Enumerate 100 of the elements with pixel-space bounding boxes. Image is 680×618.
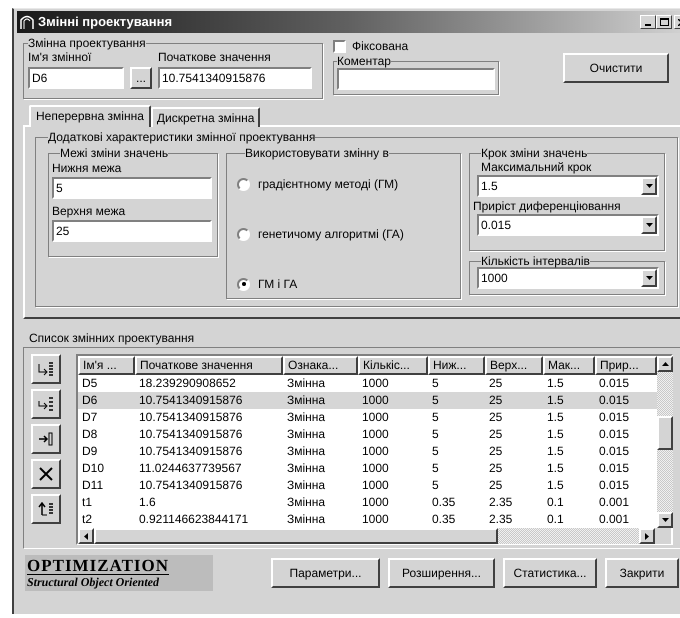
minimize-button[interactable] [640, 15, 656, 29]
down-arrow-icon [646, 223, 652, 227]
field-label: Верхня межа [52, 203, 126, 220]
column-header[interactable]: Прир... [595, 356, 657, 375]
field-label: Початкове значення [158, 49, 272, 65]
dialog-button[interactable]: Статистика... [503, 558, 597, 588]
horizontal-scrollbar[interactable] [78, 528, 656, 544]
name-field[interactable]: D6 [28, 67, 124, 89]
table-cell-text: D11 [81, 477, 104, 494]
table-cell-text: 25 [488, 460, 504, 477]
browse-button[interactable]: ... [130, 67, 152, 89]
column-header[interactable]: Ознака... [283, 356, 358, 375]
table-cell-text: 5 [431, 409, 440, 426]
table-cell-text: 1.5 [546, 392, 565, 409]
column-header[interactable]: Ниж... [428, 356, 485, 375]
toolbar-button[interactable] [31, 494, 61, 524]
table-cell-text: 10.7541340915876 [138, 443, 244, 460]
table-row[interactable]: D6 10.7541340915876 Змінна 1000 5 25 1.5 0.015 [78, 392, 657, 409]
group-title: Кількість інтервалів [481, 255, 590, 267]
table-cell-text: t1 [81, 494, 94, 511]
group-title: Крок зміни значень [481, 147, 588, 159]
table-cell-text: 25 [488, 443, 504, 460]
logo-subtitle: Structural Object Oriented [27, 574, 160, 590]
cross-icon [39, 467, 53, 481]
table-cell-text: 1.5 [546, 443, 565, 460]
column-header[interactable]: Мак... [543, 356, 595, 375]
table-cell-text: 0.001 [598, 494, 630, 511]
checkbox[interactable] [333, 40, 346, 52]
table-cell-text: 25 [488, 426, 504, 443]
increment-dropdown[interactable]: 0.015 [477, 214, 659, 236]
toolbar-button[interactable] [31, 424, 61, 454]
scrollbar-corner [655, 528, 671, 544]
table-cell-text: Змінна [286, 477, 326, 494]
vertical-scrollbar[interactable] [657, 356, 673, 528]
section-title: Список змінних проектування [29, 331, 196, 345]
table-cell-text: D7 [81, 409, 98, 426]
table-cell-text: 1000 [361, 511, 390, 528]
table-cell-text: 0.015 [598, 409, 630, 426]
table-cell-text: 0.35 [431, 511, 456, 528]
dropdown-button[interactable] [641, 269, 657, 287]
table-cell-text: D9 [81, 443, 98, 460]
toolbar-button[interactable] [31, 389, 61, 419]
table-cell-text: 25 [488, 409, 504, 426]
table-cell-text: D10 [81, 460, 106, 477]
scroll-down-button[interactable] [657, 512, 673, 528]
radio-button[interactable] [237, 178, 250, 190]
column-header[interactable]: Ім'я ... [78, 356, 135, 375]
column-header[interactable]: Кількіс... [358, 356, 428, 375]
table-cell-text: 10.7541340915876 [138, 426, 244, 443]
upper-bound-field[interactable]: 25 [52, 220, 212, 242]
table-cell-text: Змінна [286, 494, 326, 511]
scroll-thumb[interactable] [94, 528, 498, 544]
table-cell-text: 2.35 [488, 494, 514, 511]
field-label: Нижня межа [52, 160, 122, 177]
scroll-up-button[interactable] [657, 356, 673, 372]
table-cell-text: 5 [431, 392, 440, 409]
dropdown-button[interactable] [641, 177, 657, 195]
table-cell-text: 1.5 [546, 409, 565, 426]
scroll-left-button[interactable] [78, 528, 94, 544]
dialog-button[interactable]: Параметри... [271, 558, 380, 588]
table-cell-text: 11.0244637739567 [138, 460, 243, 477]
table-cell-text: D5 [81, 375, 98, 392]
group-title: Додаткові характеристики змінної проектування [48, 131, 316, 143]
intervals-dropdown[interactable]: 1000 [477, 267, 659, 289]
table-cell-text: 10.7541340915876 [138, 477, 244, 494]
initial-value-field[interactable]: 10.7541340915876 [158, 67, 312, 89]
dialog-button[interactable]: Закрити [605, 558, 679, 588]
column-header[interactable]: Початкове значення [135, 356, 283, 375]
toolbar-button[interactable] [31, 354, 61, 384]
table-cell-text: 1.5 [546, 460, 565, 477]
table-cell-text: Змінна [286, 511, 326, 528]
scroll-right-button[interactable] [639, 528, 656, 544]
table-cell-text: 0.015 [598, 392, 630, 409]
tab[interactable]: Дискретна змінна [150, 107, 260, 127]
table-cell-text: 0.35 [431, 494, 456, 511]
column-header[interactable]: Верх... [485, 356, 543, 375]
table-cell-text: 0.921146623844171 [138, 511, 250, 528]
field-label: Приріст диференціювання [473, 198, 622, 214]
table-cell-text: 1.5 [546, 477, 565, 494]
dropdown-button[interactable] [641, 216, 657, 234]
max-step-dropdown[interactable]: 1.5 [477, 175, 659, 197]
tab[interactable]: Неперервна змінна [29, 105, 151, 127]
radio-button[interactable] [237, 228, 250, 240]
down-arrow-icon [646, 184, 652, 188]
table-cell-text: 2.35 [488, 511, 514, 528]
table-cell-text: Змінна [286, 443, 326, 460]
scroll-thumb[interactable] [657, 416, 673, 450]
radio-button[interactable] [237, 278, 250, 290]
dialog-button[interactable]: Розширення... [388, 558, 495, 588]
table-cell-text: 0.015 [598, 426, 630, 443]
lower-bound-field[interactable]: 5 [52, 177, 212, 199]
maximize-button[interactable] [656, 15, 672, 29]
checkbox-label: Фіксована [352, 38, 408, 55]
group-title: Використовувати змінну в [245, 147, 389, 159]
comment-field[interactable] [337, 68, 495, 90]
toolbar-button[interactable] [31, 459, 61, 489]
clear-button[interactable]: Очистити [563, 53, 669, 83]
table-cell-text: 5 [431, 426, 440, 443]
table-cell-text: Змінна [286, 426, 326, 443]
field-label: Максимальний крок [481, 160, 592, 175]
